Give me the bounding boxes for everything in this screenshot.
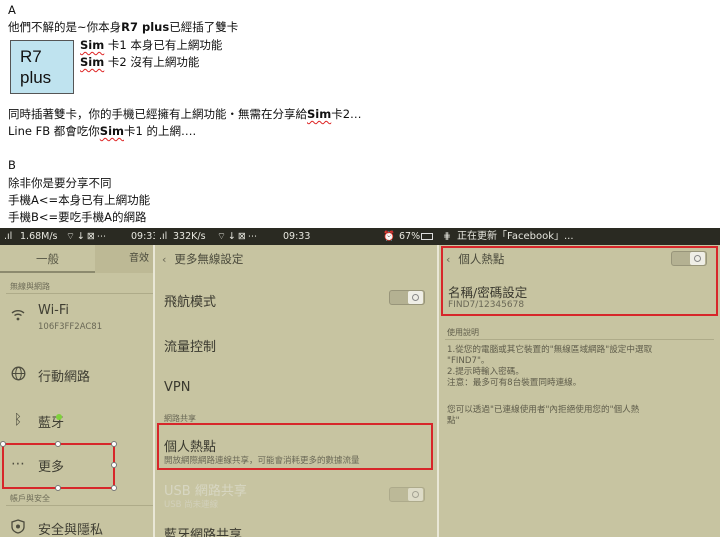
b-line-2: 手機A<=本身已有上網功能 bbox=[8, 193, 151, 207]
label-b: B bbox=[8, 158, 16, 172]
wifi-ssid: 106F3FF2AC81 bbox=[38, 322, 103, 332]
r7-plus-label-box: R7 plus bbox=[10, 40, 74, 94]
notification-icon: ⋕ bbox=[443, 231, 451, 242]
usage-step-3b: 點" bbox=[447, 416, 460, 426]
usb-tether-item[interactable]: USB 網路共享 bbox=[164, 480, 247, 499]
resize-handle bbox=[111, 441, 117, 447]
data-control-item[interactable]: 流量控制 bbox=[164, 336, 216, 355]
hotspot-panel: ‹ 個人熱點 名稱/密碼設定 FIND7/12345678 使用說明 1.從您的電… bbox=[439, 245, 720, 537]
signal-icon: .ıl bbox=[159, 231, 168, 242]
back-arrow-icon[interactable]: ‹ bbox=[162, 246, 166, 274]
ssid-password: FIND7/12345678 bbox=[448, 300, 525, 310]
resize-handle bbox=[55, 441, 61, 447]
signal-icon: .ıl bbox=[4, 231, 13, 242]
status-bar-3: ⋕ 正在更新「Facebook」... bbox=[439, 228, 720, 245]
bluetooth-tether-item[interactable]: 藍牙網路共享 bbox=[164, 524, 242, 537]
phone-screenshots: .ıl 1.68M/s ⌔↓⊠⋯ 09:33 .ıl 332K/s ⌔↓⊠⋯ 0… bbox=[0, 228, 720, 537]
label-a: A bbox=[8, 3, 16, 17]
document-area: A 他們不解的是~你本身R7 plus已經插了雙卡 R7 plus Sim 卡1… bbox=[0, 0, 720, 228]
resize-handle bbox=[0, 441, 6, 447]
settings-tabs: 一般 音效 bbox=[0, 245, 153, 273]
status-bar-1: .ıl 1.68M/s ⌔↓⊠⋯ 09:33 bbox=[0, 228, 158, 245]
settings-item-security[interactable]: 安全與隱私 bbox=[0, 508, 153, 537]
section-network: 無線與網路 bbox=[10, 282, 50, 291]
status-icons: ⌔↓⊠⋯ bbox=[217, 231, 260, 242]
name-password-settings[interactable]: 名稱/密碼設定 bbox=[448, 282, 527, 301]
highlight-hotspot bbox=[157, 423, 433, 470]
usage-step-1: 1.從您的電腦或其它裝置的"無線區域網路"設定中選取 bbox=[447, 345, 653, 355]
usb-tether-description: USB 尚未連線 bbox=[164, 500, 219, 510]
status-icons: ⌔↓⊠⋯ bbox=[66, 231, 109, 242]
tab-general[interactable]: 一般 bbox=[0, 245, 95, 273]
status-time: 09:33 bbox=[283, 231, 311, 242]
net-speed: 332K/s bbox=[173, 231, 206, 242]
usage-step-3: 您可以透過"已連線使用者"內拒絕使用您的"個人熱 bbox=[447, 405, 640, 415]
airplane-mode-label[interactable]: 飛航模式 bbox=[164, 291, 216, 310]
security-label: 安全與隱私 bbox=[38, 523, 104, 537]
usage-step-2: 2.提示時輸入密碼。 bbox=[447, 367, 524, 377]
update-notification: 正在更新「Facebook」... bbox=[457, 231, 574, 242]
paragraph-2: Line FB 都會吃你Sim卡1 的上網…. bbox=[8, 124, 197, 138]
usage-step-1b: "FIND7"。 bbox=[447, 356, 490, 366]
b-line-3: 手機B<=要吃手機A的網路 bbox=[8, 210, 147, 224]
usage-title: 使用說明 bbox=[447, 328, 479, 337]
shield-icon bbox=[10, 519, 26, 535]
resize-handle bbox=[111, 462, 117, 468]
battery-icon bbox=[421, 233, 433, 240]
divider bbox=[445, 339, 714, 340]
globe-icon bbox=[10, 366, 26, 382]
usage-note: 注意：最多可有8台裝置同時連線。 bbox=[447, 378, 582, 388]
mobile-network-label: 行動網路 bbox=[38, 370, 91, 385]
bluetooth-icon: ᛒ bbox=[13, 412, 23, 428]
usb-tether-toggle[interactable] bbox=[389, 487, 425, 502]
settings-item-wifi[interactable]: Wi-Fi 106F3FF2AC81 bbox=[0, 295, 153, 341]
page-header: ‹ 更多無線設定 bbox=[155, 245, 437, 273]
resize-handle bbox=[55, 485, 61, 491]
settings-item-bluetooth[interactable]: ᛒ 藍牙 bbox=[0, 401, 153, 441]
airplane-mode-toggle[interactable] bbox=[389, 290, 425, 305]
wifi-icon bbox=[10, 309, 26, 325]
paragraph-1: 同時插著雙卡，你的手機已經擁有上網功能・無需在分享給Sim卡2… bbox=[8, 107, 362, 121]
toggle-knob bbox=[408, 488, 423, 501]
b-line-1: 除非你是要分享不同 bbox=[8, 176, 112, 190]
line-a1: 他們不解的是~你本身R7 plus已經插了雙卡 bbox=[8, 20, 239, 34]
highlight-more bbox=[0, 441, 117, 491]
divider bbox=[6, 505, 153, 506]
resize-handle bbox=[111, 485, 117, 491]
page-title: 更多無線設定 bbox=[174, 252, 244, 266]
alarm-icon: ⏰ bbox=[383, 231, 395, 242]
sim2-line: Sim 卡2 沒有上網功能 bbox=[80, 55, 200, 69]
tab-sound[interactable]: 音效 bbox=[95, 245, 153, 273]
sim1-line: Sim 卡1 本身已有上網功能 bbox=[80, 38, 223, 52]
status-bar-2: .ıl 332K/s ⌔↓⊠⋯ 09:33 ⏰ 67% bbox=[155, 228, 439, 245]
toggle-knob bbox=[408, 291, 423, 304]
divider bbox=[6, 293, 153, 294]
battery-level: 67% bbox=[399, 231, 421, 242]
more-wireless-panel: ‹ 更多無線設定 飛航模式 流量控制 VPN 網路共享 個人熱點 開放網際網路連線… bbox=[155, 245, 437, 537]
vpn-item[interactable]: VPN bbox=[164, 380, 190, 395]
section-account: 帳戶與安全 bbox=[10, 494, 50, 503]
settings-item-mobile-network[interactable]: 行動網路 bbox=[0, 355, 153, 395]
bluetooth-status-dot bbox=[56, 414, 62, 420]
net-speed: 1.68M/s bbox=[20, 231, 58, 242]
wifi-label: Wi-Fi bbox=[38, 303, 70, 318]
settings-panel: 一般 音效 無線與網路 Wi-Fi 106F3FF2AC81 行動網路 ᛒ 藍牙… bbox=[0, 245, 153, 537]
